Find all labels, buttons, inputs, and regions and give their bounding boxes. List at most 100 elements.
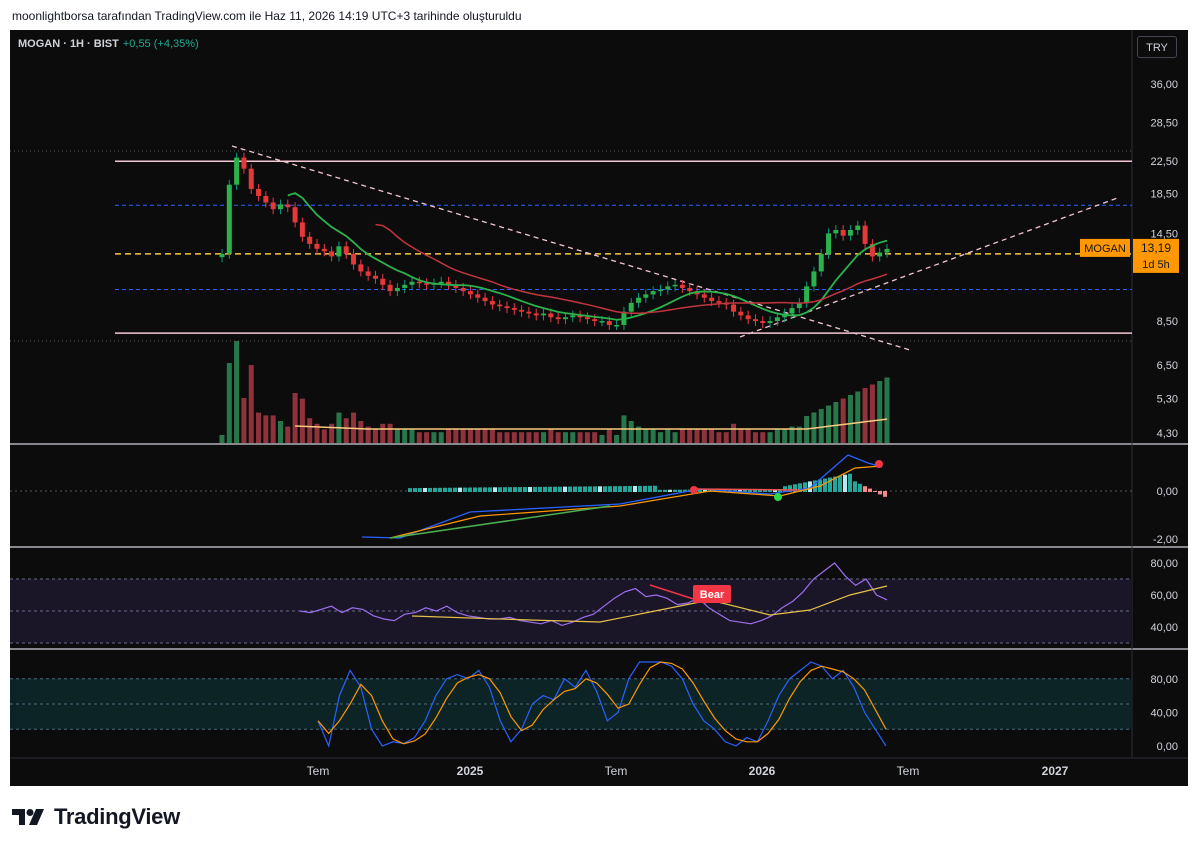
brand-name: TradingView [54, 804, 180, 829]
currency-button[interactable]: TRY [1137, 36, 1177, 58]
volume-bar [687, 429, 693, 443]
candle [826, 233, 832, 254]
macd-histogram-bar [513, 487, 517, 492]
volume-bar [643, 429, 649, 443]
macd-histogram-bar [558, 486, 562, 492]
candle [526, 311, 532, 314]
volume-bar [277, 421, 283, 443]
candle [241, 157, 247, 169]
candle [884, 248, 890, 253]
macd-histogram-bar [573, 486, 577, 492]
macd-histogram-bar [638, 485, 642, 492]
macd-histogram-bar [498, 487, 502, 492]
volume-bar [504, 432, 510, 443]
macd-histogram-bar [848, 473, 852, 492]
macd-histogram-bar [458, 487, 462, 492]
price-change: +0,55 (+4,35%) [122, 38, 199, 50]
volume-bar [446, 429, 452, 443]
candle [804, 286, 810, 303]
volume-bar [672, 432, 678, 443]
candle [314, 243, 320, 249]
candle [789, 308, 795, 314]
price-axis-label: 36,00 [1150, 79, 1178, 91]
volume-bar [606, 429, 612, 443]
macd-histogram-bar [673, 489, 677, 492]
candle [270, 202, 276, 210]
volume-bar [679, 429, 685, 443]
volume-bar [592, 432, 598, 443]
volume-bar [416, 432, 422, 443]
macd-histogram-bar [678, 489, 682, 492]
candle [321, 248, 327, 252]
candle [219, 253, 225, 258]
moving-average-short [287, 192, 888, 321]
candle [650, 291, 656, 295]
stoch-axis-label: 0,00 [1157, 741, 1178, 753]
macd-histogram-bar [448, 487, 452, 492]
candle [263, 196, 269, 203]
volume-bar [467, 429, 473, 443]
volume-bar [577, 432, 583, 443]
candle [840, 229, 846, 236]
volume-bar [731, 423, 737, 443]
volume-bar [767, 432, 773, 443]
candle [614, 324, 620, 327]
chart-canvas[interactable]: 36,00 28,50 22,50 18,50 14,50 8,50 6,50 5,30 4,3… [10, 30, 1188, 786]
macd-histogram-bar [553, 486, 557, 492]
volume-bar [285, 426, 291, 443]
volume-bar [358, 421, 364, 443]
volume-bar [241, 398, 247, 443]
macd-histogram-bar [643, 485, 647, 492]
macd-histogram-bar [413, 488, 417, 492]
time-axis-label: 2025 [457, 764, 484, 778]
volume-bar [424, 432, 430, 443]
bear-label: Bear [700, 589, 725, 601]
candle [643, 294, 649, 298]
volume-bar [526, 432, 532, 443]
candle [672, 284, 678, 287]
volume-bar [657, 432, 663, 443]
candle [774, 317, 780, 322]
macd-histogram-bar [883, 491, 887, 497]
volume-bar [299, 398, 305, 443]
down-trendline [231, 145, 911, 351]
volume-bar [263, 415, 269, 443]
volume-bar [555, 432, 561, 443]
chart-frame[interactable]: 36,00 28,50 22,50 18,50 14,50 8,50 6,50 5,30 4,3… [10, 30, 1188, 786]
macd-histogram-bar [878, 491, 882, 495]
price-axis-label: 6,50 [1157, 360, 1178, 372]
volume-bar [409, 429, 415, 443]
candle [767, 321, 773, 324]
volume-bar [219, 435, 225, 443]
macd-axis-label: 0,00 [1157, 486, 1178, 498]
candle [372, 275, 378, 279]
candle [467, 291, 473, 295]
volume-bar [292, 393, 298, 443]
macd-histogram-bar [698, 489, 702, 492]
macd-histogram-bar [853, 481, 857, 492]
volume-bar [723, 432, 729, 443]
volume-bar [394, 429, 400, 443]
time-axis-label: Tem [605, 764, 628, 778]
macd-histogram-bar [618, 486, 622, 492]
volume-bar [519, 432, 525, 443]
rsi-axis-label: 40,00 [1150, 622, 1178, 634]
macd-histogram-bar [603, 486, 607, 492]
rsi-axis-label: 80,00 [1150, 558, 1178, 570]
volume-bar [270, 415, 276, 443]
macd-histogram-bar [653, 485, 657, 492]
candle [855, 225, 861, 230]
candle [460, 287, 466, 292]
macd-histogram-bar [518, 487, 522, 492]
volume-bar [431, 432, 437, 443]
symbol-legend[interactable]: MOGAN · 1H · BIST +0,55 (+4,35%) [18, 38, 199, 50]
macd-histogram-bar [478, 487, 482, 492]
volume-bar [847, 395, 853, 443]
candle [628, 302, 634, 312]
candle [519, 309, 525, 312]
volume-bar [475, 429, 481, 443]
volume-bar [855, 391, 861, 443]
volume-bar [453, 429, 459, 443]
symbol-info: MOGAN · 1H · BIST [18, 38, 119, 50]
volume-bar [877, 381, 883, 443]
